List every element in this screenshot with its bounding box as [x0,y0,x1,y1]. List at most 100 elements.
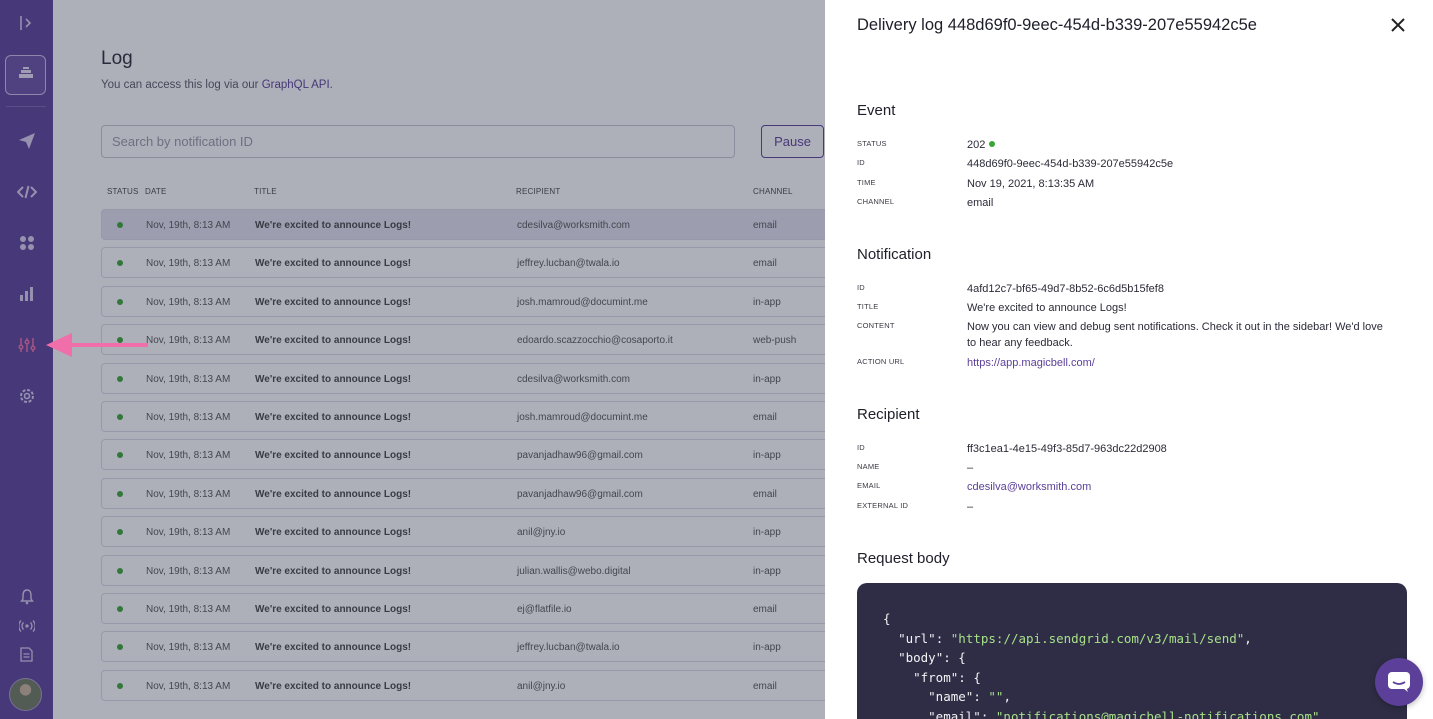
table-row[interactable]: Nov, 19th, 8:13 AM We're excited to annou… [101,362,825,394]
request-body-heading: Request body [857,550,950,567]
action-url-link[interactable]: https://app.magicbell.com/ [967,355,1095,371]
code-separator: : [973,689,989,704]
status-dot [117,298,123,305]
row-recipient: anil@jny.io [517,680,566,692]
code-key: "email" [928,708,981,719]
recipient-id-label: ID [857,443,865,452]
code-key: "url" [898,630,936,646]
table-row[interactable]: Nov, 19th, 8:13 AM We're excited to annou… [101,439,825,471]
expand-sidebar-icon[interactable] [0,12,53,34]
table-row[interactable]: Nov, 19th, 8:13 AM We're excited to annou… [101,209,825,240]
table-row[interactable]: Nov, 19th, 8:13 AM We're excited to annou… [101,516,825,548]
row-date: Nov, 19th, 8:13 AM [146,603,231,615]
row-title: We're excited to announce Logs! [255,411,412,423]
recipient-external-id-value: – [967,501,974,513]
event-id-value: 448d69f0-9eec-454d-b339-207e55942c5e [967,158,1174,170]
row-channel: email [753,258,777,270]
code-key: "name" [928,689,974,704]
row-date: Nov, 19th, 8:13 AM [146,411,231,423]
row-recipient: cdesilva@worksmith.com [517,220,630,231]
row-title: We're excited to announce Logs! [255,527,412,539]
docs-icon[interactable] [0,645,53,663]
event-time-value: Nov 19, 2021, 8:13:35 AM [967,178,1095,190]
table-row[interactable]: Nov, 19th, 8:13 AM We're excited to annou… [101,592,825,624]
notification-action-url-label: ACTION URL [857,357,905,366]
table-row[interactable]: Nov, 19th, 8:13 AM We're excited to annou… [101,324,825,356]
notification-id-value: 4afd12c7-bf65-49d7-8b52-6c6d5b15fef8 [967,283,1164,295]
row-recipient: anil@jny.io [517,527,566,539]
code-string-value: "" [988,689,1004,704]
code-line: "body": { [883,648,1407,668]
graphql-api-link[interactable]: GraphQL API [262,79,330,91]
row-date: Nov, 19th, 8:13 AM [146,258,231,270]
pause-button[interactable]: Pause [761,125,824,158]
code-separator: { [883,611,891,626]
table-row[interactable]: Nov, 19th, 8:13 AM We're excited to annou… [101,285,825,317]
recipient-email-label: EMAIL [857,481,881,490]
row-recipient: edoardo.scazzocchio@cosaporto.it [517,335,673,347]
table-row[interactable]: Nov, 19th, 8:13 AM We're excited to annou… [101,247,825,279]
code-separator: : [935,630,951,646]
code-separator: : { [943,650,966,665]
send-icon[interactable] [0,128,53,154]
subtitle-suffix: . [329,79,333,91]
notification-content-line-2: to hear any feedback. [967,337,1073,349]
chat-icon [1388,672,1410,692]
code-string-value: "notifications@magicbell-notifications.c… [995,708,1320,719]
row-title: We're excited to announce Logs! [255,296,412,308]
table-row[interactable]: Nov, 19th, 8:13 AM We're excited to annou… [101,400,825,432]
table-row[interactable]: Nov, 19th, 8:13 AM We're excited to annou… [101,669,825,701]
row-title: We're excited to announce Logs! [255,603,412,615]
bell-icon[interactable] [0,588,53,606]
table-header: STATUS DATE TITLE RECIPIENT CHANNEL [101,185,825,199]
broadcast-icon[interactable] [0,617,53,635]
row-channel: email [753,488,777,500]
code-separator: : { [958,669,981,685]
recipient-external-id-label: EXTERNAL ID [857,501,909,510]
table-row[interactable]: Nov, 19th, 8:13 AM We're excited to annou… [101,477,825,509]
row-recipient: cdesilva@worksmith.com [517,373,630,385]
row-channel: email [753,603,777,615]
row-channel: email [753,411,777,423]
sidebar-divider [6,106,46,107]
status-dot [117,567,123,574]
search-input[interactable] [101,125,735,158]
column-header-title: TITLE [254,187,277,196]
notification-id-label: ID [857,283,865,292]
event-time-label: TIME [857,178,876,187]
request-body-code: { "url": "https://api.sendgrid.com/v3/ma… [857,583,1407,719]
close-icon[interactable] [1388,15,1408,35]
status-dot [117,413,123,420]
row-title: We're excited to announce Logs! [255,450,412,462]
event-heading: Event [857,102,896,119]
row-title: We're excited to announce Logs! [255,335,412,347]
code-line: "name": "", [883,687,1407,707]
code-icon[interactable] [0,180,53,204]
recipient-email-link[interactable]: cdesilva@worksmith.com [967,479,1091,495]
status-dot [117,260,123,267]
event-channel-value: email [967,197,994,209]
code-separator: : [980,708,996,719]
page-title: Log [101,48,133,69]
row-title: We're excited to announce Logs! [255,680,412,692]
row-date: Nov, 19th, 8:13 AM [146,565,231,577]
project-icon [17,65,35,86]
avatar[interactable] [9,678,42,711]
event-id-label: ID [857,158,865,167]
project-switcher[interactable] [5,55,46,95]
code-line: "from": { [883,668,1407,688]
row-channel: web-push [753,335,797,347]
chat-button[interactable] [1375,658,1423,706]
column-header-status: STATUS [107,187,139,196]
apps-icon[interactable] [0,232,53,254]
row-date: Nov, 19th, 8:13 AM [146,680,231,692]
log-page: Log You can access this log via our Grap… [53,0,825,719]
table-row[interactable]: Nov, 19th, 8:13 AM We're excited to annou… [101,554,825,586]
row-recipient: ej@flatfile.io [517,603,572,615]
settings-icon[interactable] [0,385,53,407]
table-row[interactable]: Nov, 19th, 8:13 AM We're excited to annou… [101,631,825,663]
analytics-icon[interactable] [0,283,53,305]
